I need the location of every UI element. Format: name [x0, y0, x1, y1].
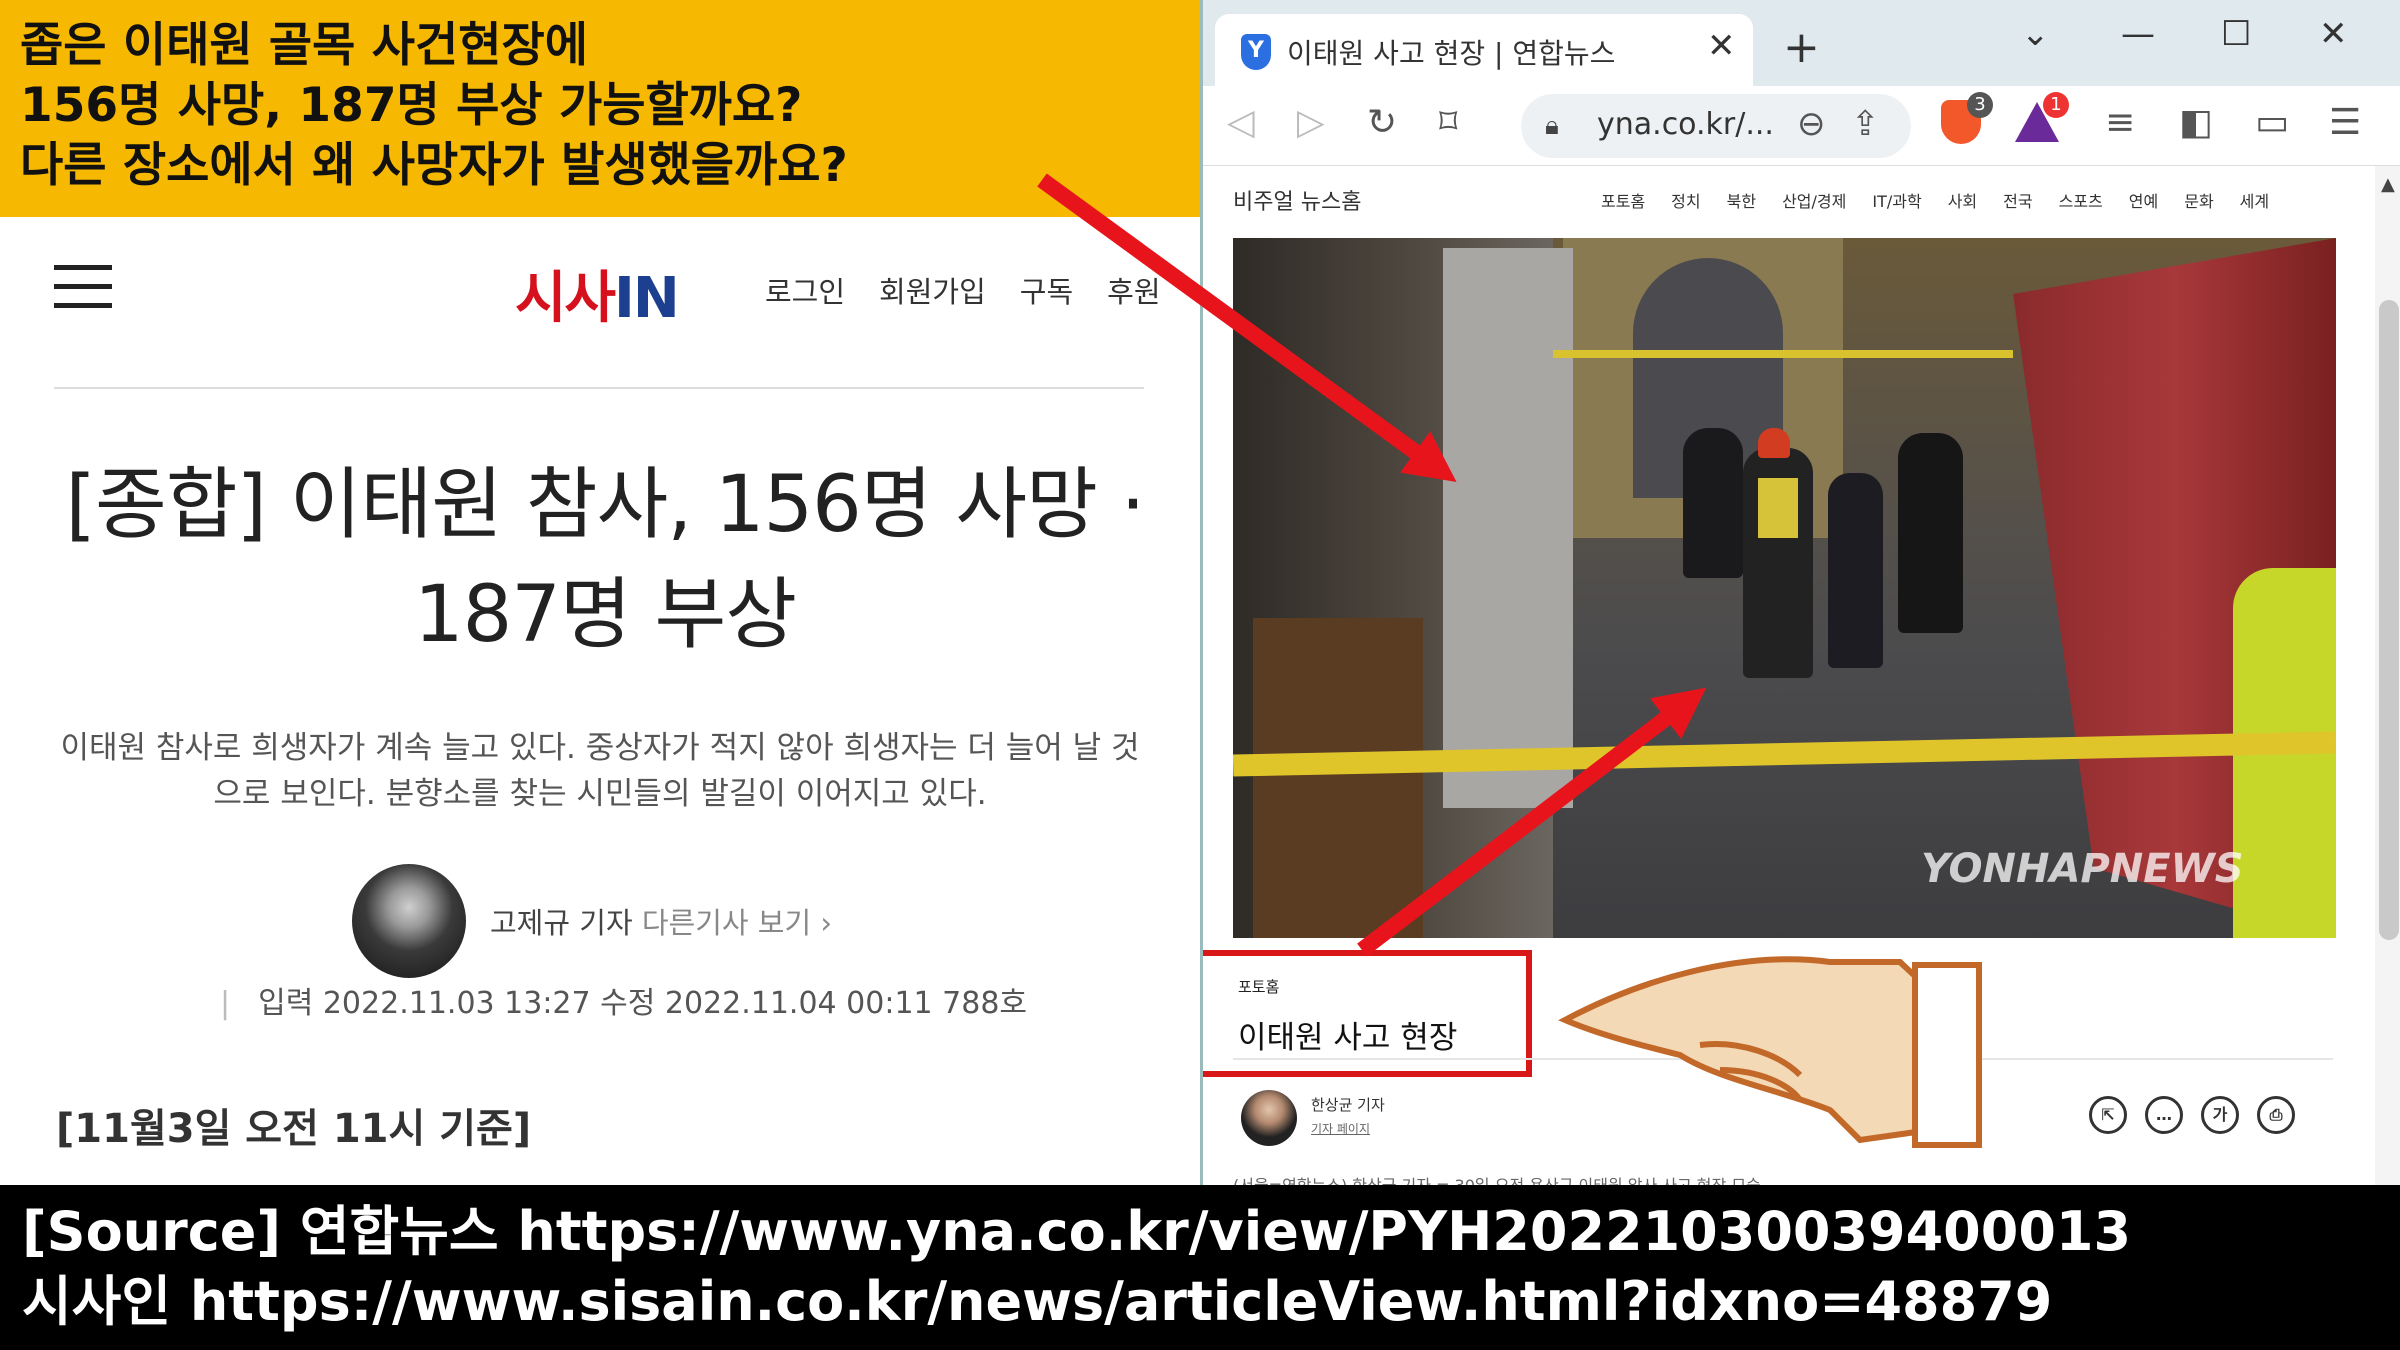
sisain-logo[interactable]: 시사IN	[515, 253, 680, 334]
address-bar[interactable]: 🔒︎ yna.co.kr/... ⊖ ⇪	[1521, 94, 1911, 158]
menu-photo-home[interactable]: 포토홈	[1601, 188, 1645, 212]
subscribe-link[interactable]: 구독	[1020, 269, 1073, 311]
share-icon[interactable]: ⇪	[1851, 104, 1880, 144]
logo-text-a: 시사	[515, 266, 616, 331]
source-line-2: 시사인 https://www.sisain.co.kr/news/articl…	[22, 1270, 2053, 1333]
menu-sports[interactable]: 스포츠	[2059, 188, 2103, 212]
wallet-icon[interactable]: ▭	[2255, 102, 2289, 143]
tab-title: 이태원 사고 현장 | 연합뉴스	[1287, 37, 1616, 70]
tab-close-icon[interactable]: ✕	[1707, 26, 1736, 66]
caption-title: 이태원 사고 현장	[1238, 1020, 1458, 1056]
photo-wooden-counter	[1253, 618, 1423, 938]
author-avatar[interactable]	[352, 864, 466, 978]
browser-toolbar: ◁ ▷ ↻ ⌑ 🔒︎ yna.co.kr/... ⊖ ⇪ 3 1 ≡ ◧ ▭ ☰	[1203, 86, 2400, 166]
banner-line-3: 다른 장소에서 왜 사망자가 발생했을까요?	[20, 138, 848, 193]
login-link[interactable]: 로그인	[765, 269, 845, 311]
screenshot: 좁은 이태원 골목 사건현장에 156명 사망, 187명 부상 가능할까요? …	[0, 0, 2400, 1350]
bookmark-icon[interactable]: ⌑	[1439, 102, 1457, 143]
menu-national[interactable]: 전국	[2003, 188, 2032, 212]
dates-separator: |	[220, 986, 231, 1021]
new-tab-icon[interactable]: +	[1783, 22, 1820, 73]
tab-bar: Y 이태원 사고 현장 | 연합뉴스 ✕ + ⌄ — ☐ ✕	[1203, 0, 2400, 86]
scroll-up-icon[interactable]: ▲	[2381, 174, 2395, 195]
forward-icon[interactable]: ▷	[1297, 102, 1325, 143]
menu-politics[interactable]: 정치	[1671, 188, 1700, 212]
caption-divider	[1233, 1058, 2333, 1060]
photo-person-3	[1828, 473, 1883, 668]
menu-world[interactable]: 세계	[2240, 188, 2269, 212]
photo-person-1	[1683, 428, 1743, 578]
playlist-icon[interactable]: ≡	[2105, 102, 2135, 143]
hamburger-menu-icon[interactable]	[54, 265, 112, 309]
reload-icon[interactable]: ↻	[1367, 102, 1397, 143]
menu-entertainment[interactable]: 연예	[2129, 188, 2158, 212]
close-window-icon[interactable]: ✕	[2319, 14, 2348, 54]
minimize-icon[interactable]: —	[2121, 14, 2155, 54]
question-banner: 좁은 이태원 골목 사건현장에 156명 사망, 187명 부상 가능할까요? …	[0, 0, 1200, 217]
photo-far-tape	[1553, 350, 2013, 358]
menu-icon[interactable]: ☰	[2329, 102, 2361, 143]
header-divider	[54, 387, 1144, 389]
source-bar: [Source] 연합뉴스 https://www.yna.co.kr/view…	[0, 1185, 2400, 1350]
sisain-header: 시사IN 로그인 회원가입 구독 후원	[0, 217, 1200, 357]
share-buttons: ⇱ … 가 ⎙	[2089, 1096, 2295, 1134]
donate-link[interactable]: 후원	[1107, 269, 1160, 311]
zoom-icon[interactable]: ⊖	[1797, 104, 1826, 144]
share-icon[interactable]: ⇱	[2089, 1096, 2127, 1134]
sidebar-icon[interactable]: ◧	[2179, 102, 2213, 143]
logo-text-b: IN	[614, 266, 680, 331]
reporter-page-link[interactable]: 기자 페이지	[1311, 1120, 1370, 1137]
article-headline: [종합] 이태원 참사, 156명 사망 · 187명 부상	[40, 450, 1170, 670]
dates-text: 입력 2022.11.03 13:27 수정 2022.11.04 00:11 …	[258, 986, 1028, 1021]
yna-brand-link[interactable]: 비주얼 뉴스홈	[1233, 184, 1361, 216]
active-tab[interactable]: Y 이태원 사고 현장 | 연합뉴스 ✕	[1215, 14, 1753, 86]
back-icon[interactable]: ◁	[1227, 102, 1255, 143]
menu-north-korea[interactable]: 북한	[1727, 188, 1756, 212]
article-dates: | 입력 2022.11.03 13:27 수정 2022.11.04 00:11…	[220, 978, 1027, 1022]
browser-window: Y 이태원 사고 현장 | 연합뉴스 ✕ + ⌄ — ☐ ✕ ◁ ▷ ↻ ⌑ 🔒…	[1200, 0, 2400, 1185]
yonhap-watermark: YONHAPNEWS	[1921, 846, 2244, 892]
yna-site-nav: 비주얼 뉴스홈 포토홈 정치 북한 산업/경제 IT/과학 사회 전국 스포츠 …	[1203, 166, 2400, 236]
banner-line-2: 156명 사망, 187명 부상 가능할까요?	[20, 78, 803, 133]
shields-count-badge: 3	[1967, 92, 1993, 118]
headline-line-2: 187명 부상	[414, 570, 797, 660]
banner-line-1: 좁은 이태원 골목 사건현장에	[20, 18, 588, 73]
article-subhead: [11월3일 오전 11시 기준]	[56, 1106, 532, 1152]
yna-section-menu: 포토홈 정치 북한 산업/경제 IT/과학 사회 전국 스포츠 연예 문화 세계	[1601, 188, 2269, 212]
comment-icon[interactable]: …	[2145, 1096, 2183, 1134]
reporter-avatar[interactable]	[1241, 1090, 1297, 1146]
rewards-count-badge: 1	[2043, 92, 2069, 118]
scrollbar-thumb[interactable]	[2379, 300, 2399, 940]
maximize-icon[interactable]: ☐	[2221, 14, 2251, 54]
photo-firefighter-vest	[1758, 478, 1798, 538]
article-body-start: (서울=연합뉴스) 한상균 기자 = 30일 오전 용산구 이태원 압사 사고 …	[1233, 1172, 1766, 1185]
signup-link[interactable]: 회원가입	[879, 269, 986, 311]
print-icon[interactable]: ⎙	[2257, 1096, 2295, 1134]
sisain-top-nav: 로그인 회원가입 구독 후원	[765, 269, 1161, 311]
author-line: 고제규 기자 다른기사 보기 ›	[490, 900, 832, 942]
font-size-icon[interactable]: 가	[2201, 1096, 2239, 1134]
caption-category[interactable]: 포토홈	[1238, 976, 1279, 997]
menu-it-science[interactable]: IT/과학	[1872, 188, 1921, 212]
sisain-article-panel: 좁은 이태원 골목 사건현장에 156명 사망, 187명 부상 가능할까요? …	[0, 0, 1200, 1185]
menu-economy[interactable]: 산업/경제	[1782, 188, 1846, 212]
article-lead: 이태원 참사로 희생자가 계속 늘고 있다. 중상자가 적지 않아 희생자는 더…	[60, 730, 1140, 812]
url-text[interactable]: yna.co.kr/...	[1597, 107, 1774, 142]
lock-icon[interactable]: 🔒︎	[1545, 111, 1559, 142]
author-more-link[interactable]: 다른기사 보기 ›	[642, 906, 832, 940]
news-photo[interactable]: YONHAPNEWS	[1233, 238, 2336, 938]
tab-search-chevron-icon[interactable]: ⌄	[2021, 14, 2050, 54]
photo-left-panel	[1443, 248, 1573, 808]
photo-person-4	[1898, 433, 1963, 633]
reporter-name: 한상균 기자	[1311, 1096, 1385, 1114]
menu-culture[interactable]: 문화	[2184, 188, 2213, 212]
headline-line-1: [종합] 이태원 참사, 156명 사망 ·	[65, 460, 1146, 550]
yonhap-favicon-icon: Y	[1241, 34, 1271, 70]
author-name: 고제규 기자	[490, 906, 633, 940]
source-line-1: [Source] 연합뉴스 https://www.yna.co.kr/view…	[22, 1200, 2132, 1263]
menu-society[interactable]: 사회	[1948, 188, 1977, 212]
photo-helmet	[1758, 428, 1790, 458]
